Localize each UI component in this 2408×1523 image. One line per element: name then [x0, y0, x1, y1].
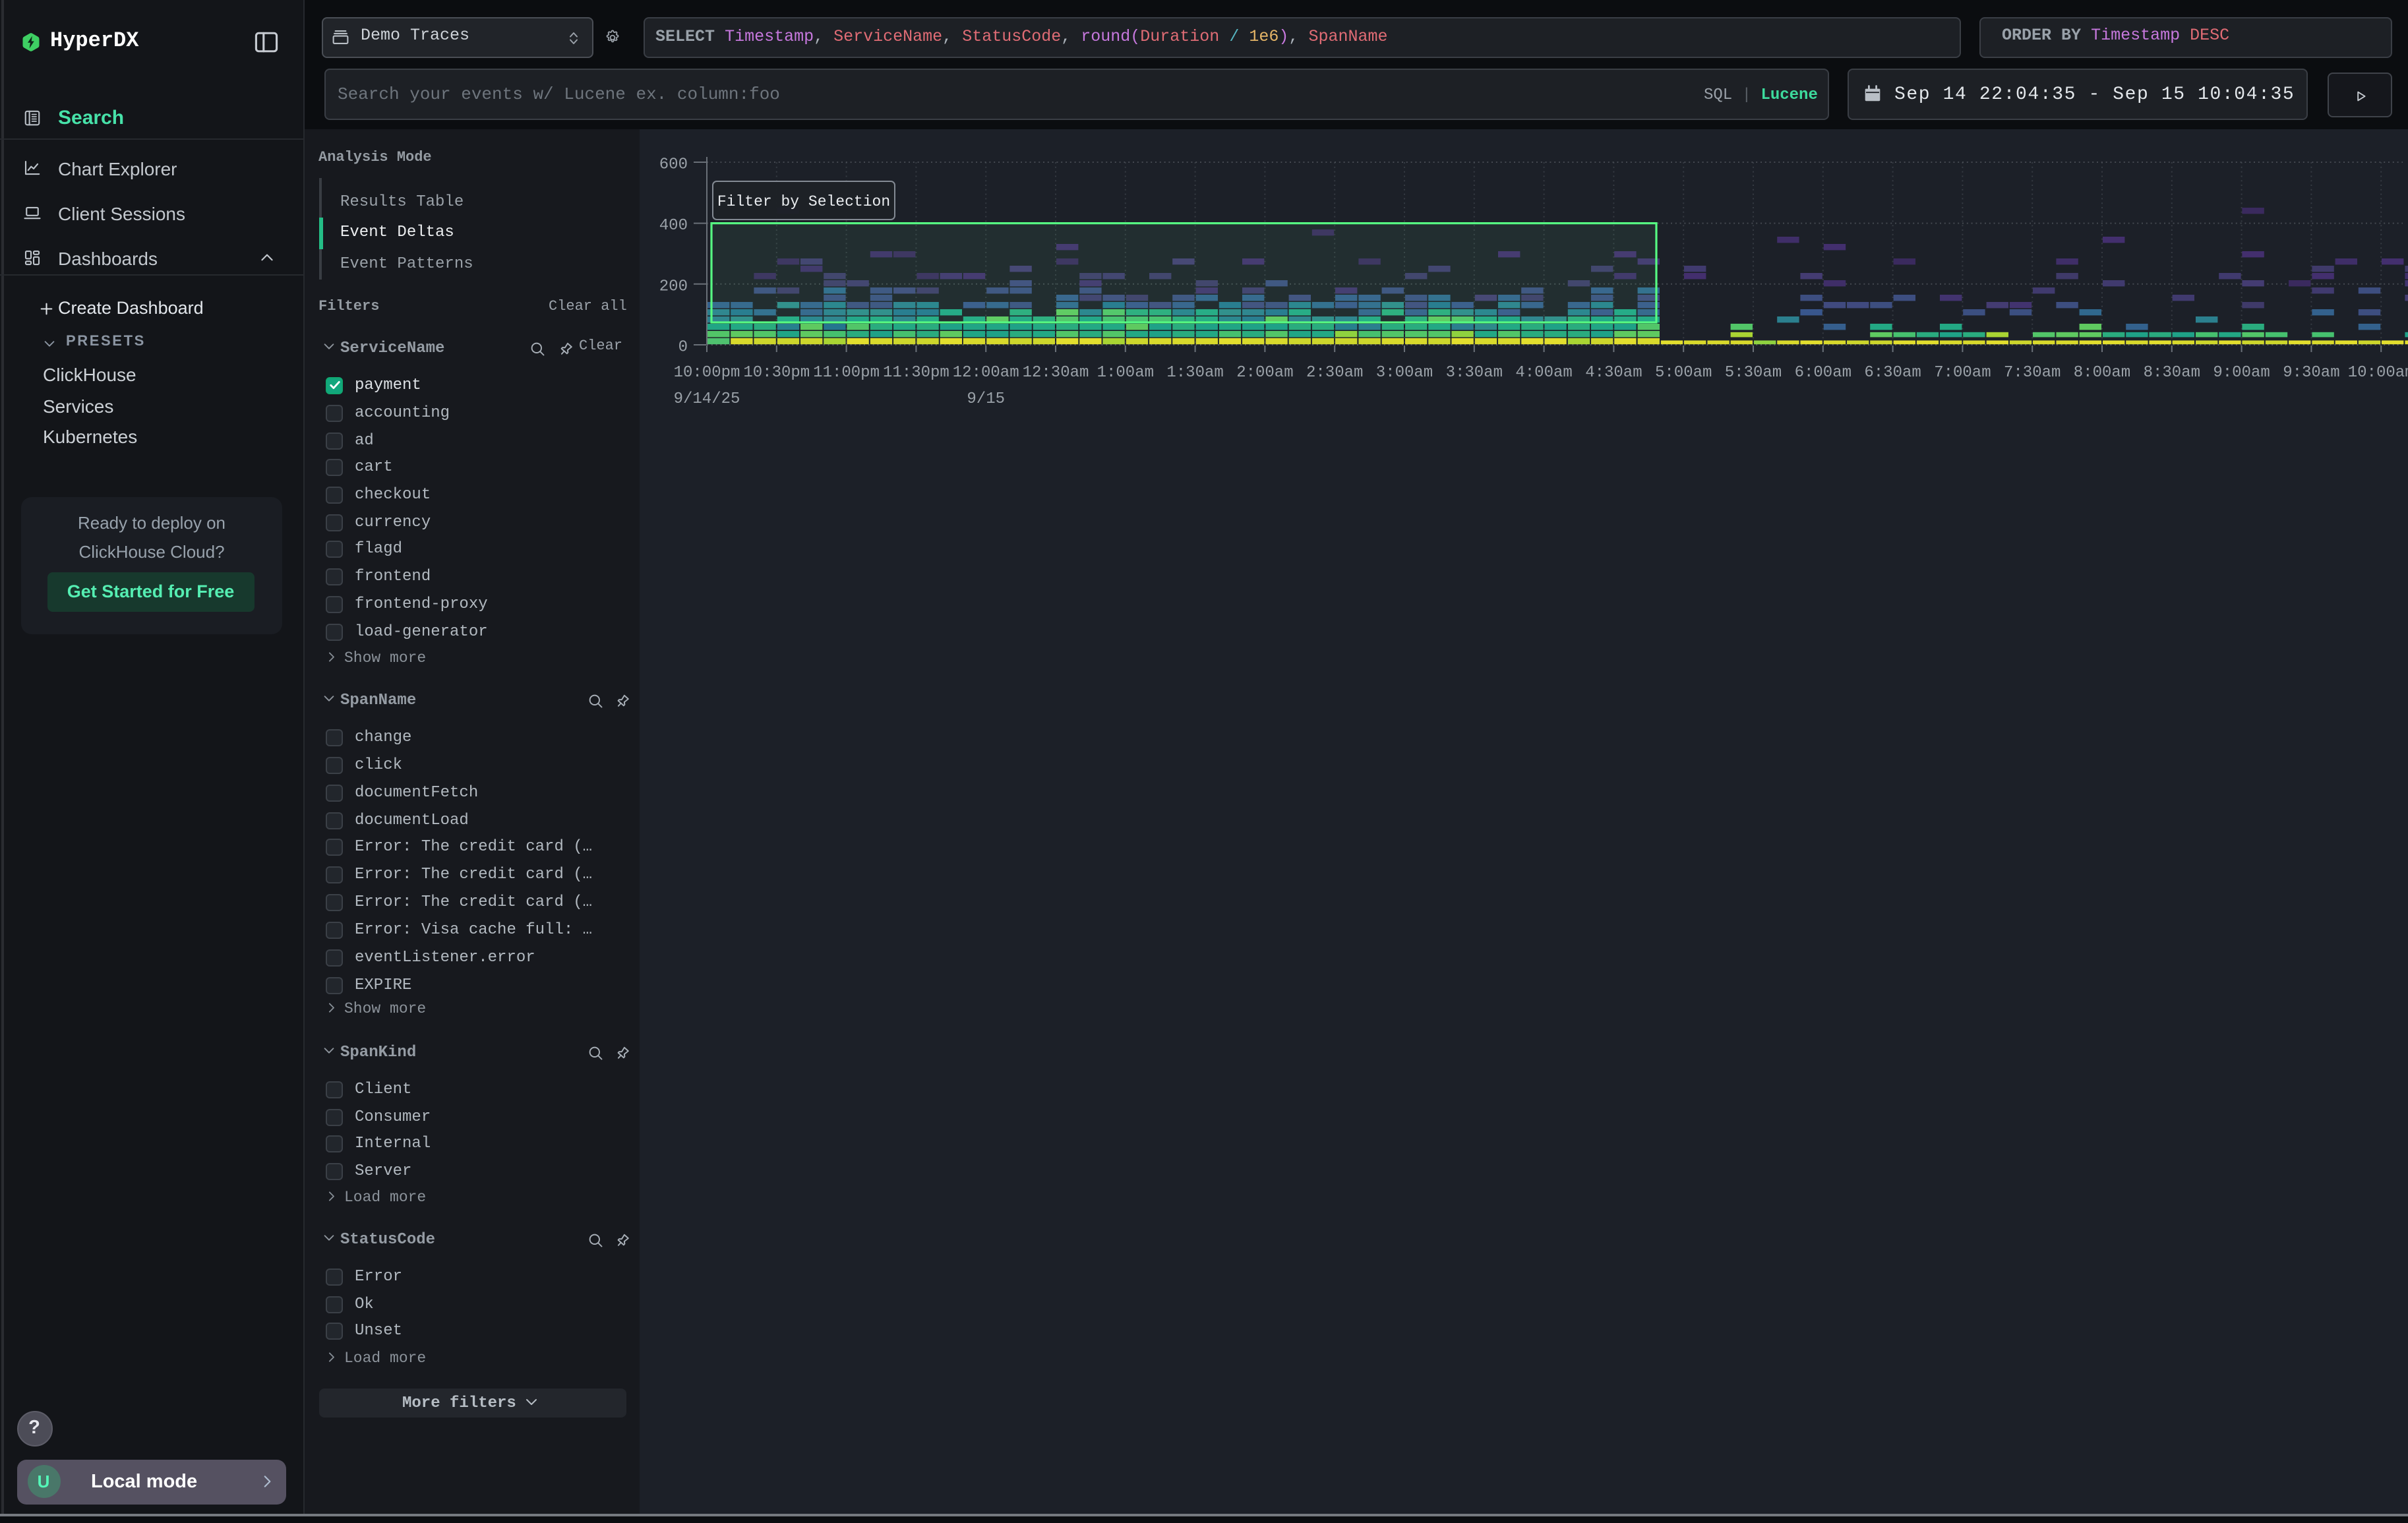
svg-text:600: 600: [659, 156, 688, 174]
svg-text:1:00am: 1:00am: [1097, 364, 1154, 382]
svg-text:2:00am: 2:00am: [1236, 364, 1293, 382]
svg-text:10:00am: 10:00am: [2348, 364, 2408, 382]
svg-text:10:30pm: 10:30pm: [743, 364, 810, 382]
svg-text:400: 400: [659, 217, 688, 235]
svg-text:7:30am: 7:30am: [2004, 364, 2061, 382]
svg-text:4:30am: 4:30am: [1585, 364, 1642, 382]
svg-text:6:00am: 6:00am: [1795, 364, 1851, 382]
svg-text:2:30am: 2:30am: [1306, 364, 1363, 382]
svg-text:11:00pm: 11:00pm: [813, 364, 880, 382]
svg-text:9:30am: 9:30am: [2283, 364, 2339, 382]
svg-text:0: 0: [678, 339, 688, 357]
svg-text:9/15: 9/15: [967, 390, 1005, 408]
svg-text:Filter by Selection: Filter by Selection: [717, 193, 890, 210]
svg-text:8:00am: 8:00am: [2074, 364, 2130, 382]
svg-text:7:00am: 7:00am: [1934, 364, 1991, 382]
svg-text:200: 200: [659, 278, 688, 295]
svg-text:5:00am: 5:00am: [1655, 364, 1712, 382]
svg-text:9:00am: 9:00am: [2213, 364, 2270, 382]
svg-text:6:30am: 6:30am: [1864, 364, 1921, 382]
svg-text:9/14/25: 9/14/25: [674, 390, 740, 408]
svg-text:3:30am: 3:30am: [1446, 364, 1503, 382]
svg-text:8:30am: 8:30am: [2144, 364, 2200, 382]
svg-text:1:30am: 1:30am: [1166, 364, 1223, 382]
svg-text:5:30am: 5:30am: [1725, 364, 1782, 382]
svg-text:4:00am: 4:00am: [1515, 364, 1572, 382]
svg-text:12:30am: 12:30am: [1023, 364, 1089, 382]
svg-text:3:00am: 3:00am: [1376, 364, 1433, 382]
svg-text:12:00am: 12:00am: [953, 364, 1019, 382]
svg-text:10:00pm: 10:00pm: [674, 364, 740, 382]
svg-text:11:30pm: 11:30pm: [883, 364, 949, 382]
